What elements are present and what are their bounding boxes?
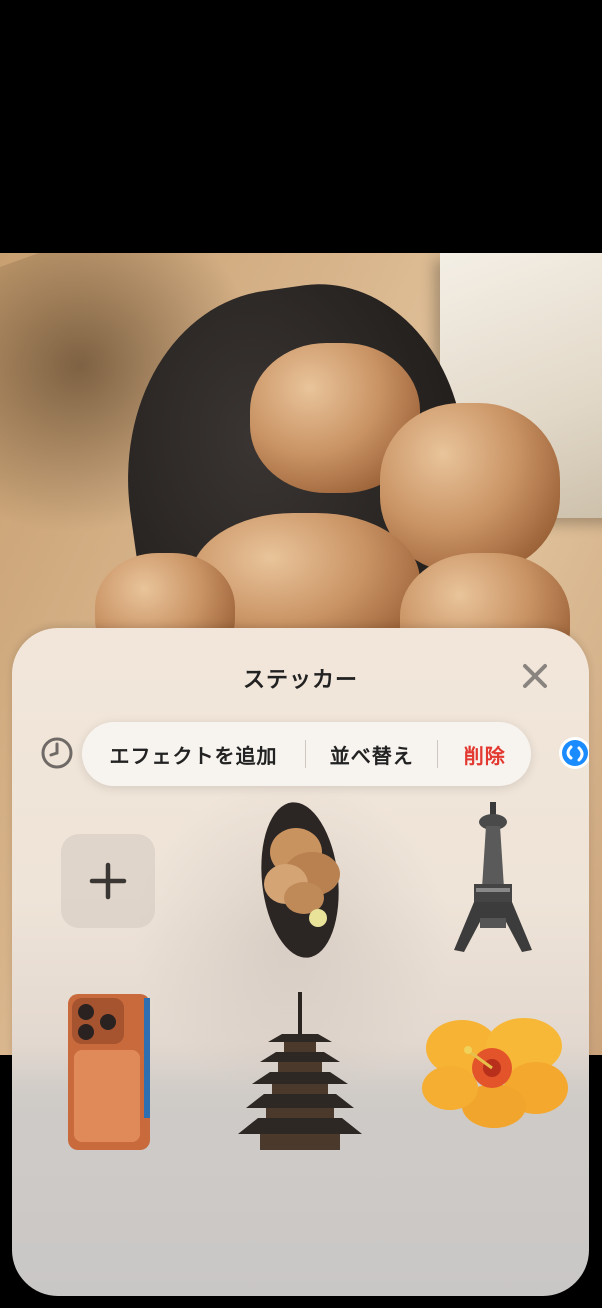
pagoda-sticker-image (238, 992, 362, 1150)
close-button[interactable] (510, 654, 560, 698)
clock-icon (41, 737, 73, 769)
delete-button[interactable]: 削除 (438, 722, 531, 786)
hibiscus-sticker-image (422, 1018, 568, 1128)
add-effect-button[interactable]: エフェクトを追加 (82, 722, 305, 786)
karaage-sticker-image (261, 802, 340, 958)
sticker-sheet: ステッカー エフェクトを追加 並べ替え 削除 (12, 628, 589, 1296)
shazam-button[interactable] (558, 736, 589, 770)
sticker-karaage[interactable] (250, 800, 350, 960)
sticker-tower[interactable] (452, 800, 534, 960)
shazam-icon (559, 737, 589, 769)
sticker-smartphone[interactable] (64, 992, 156, 1152)
sticker-hibiscus[interactable] (420, 1012, 568, 1128)
smartphone-sticker-image (68, 994, 150, 1150)
tower-sticker-image (454, 802, 532, 952)
sticker-action-menu: エフェクトを追加 並べ替え 削除 (82, 722, 531, 786)
close-x-icon (523, 664, 547, 688)
sticker-pagoda[interactable] (238, 992, 362, 1152)
recent-stickers-button[interactable] (39, 735, 75, 771)
add-sticker-button[interactable] (61, 834, 155, 928)
plus-icon (89, 862, 127, 900)
sheet-title: ステッカー (242, 668, 358, 693)
reorder-button[interactable]: 並べ替え (306, 722, 437, 786)
